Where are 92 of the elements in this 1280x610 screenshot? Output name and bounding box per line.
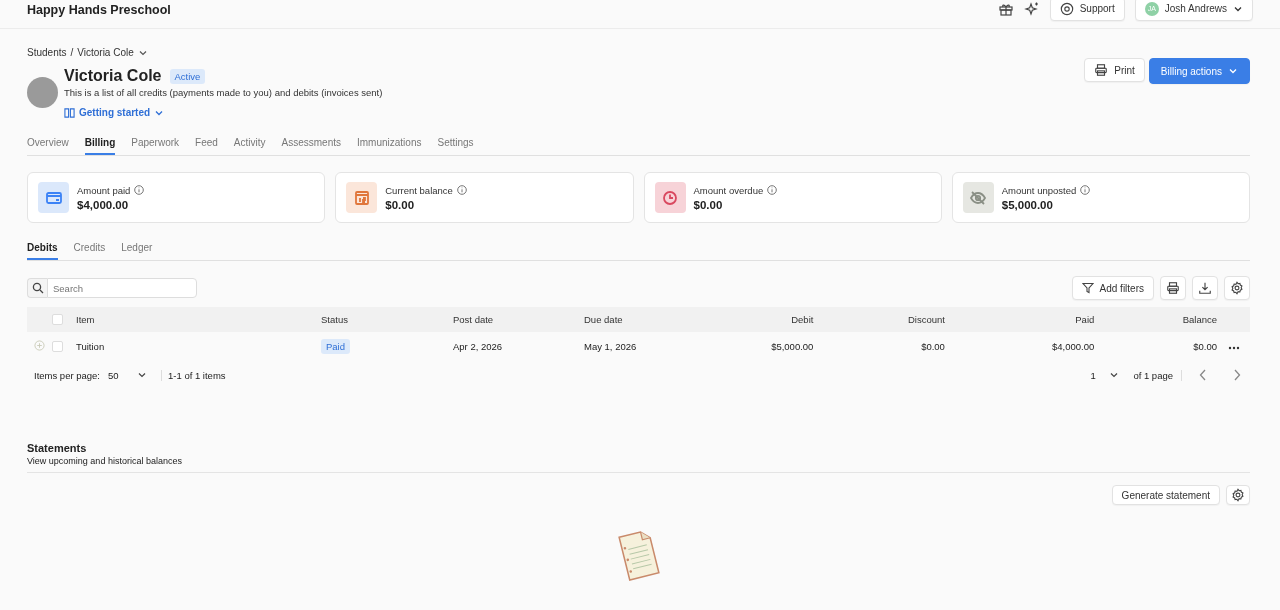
chevron-left-icon	[1199, 369, 1207, 381]
table-cell: $0.00	[1193, 340, 1217, 352]
tab[interactable]: Settings	[437, 133, 474, 155]
select-value: 50	[108, 369, 119, 381]
page-description: This is a list of all credits (payments made to you) and debits (invoices sent)	[64, 87, 384, 98]
organization-name: Happy Hands Preschool	[27, 2, 171, 17]
support-button[interactable]: Support	[1049, 0, 1125, 21]
column-header: Balance	[1182, 314, 1217, 325]
getting-started-link[interactable]: Getting started	[64, 107, 165, 118]
table-cell: $5,000.00	[771, 340, 814, 352]
link-text: Getting started	[79, 107, 151, 118]
card-value: $0.00	[385, 198, 416, 211]
row-checkbox[interactable]	[52, 341, 63, 352]
tab[interactable]: Credits	[73, 238, 106, 260]
column-header: Paid	[1075, 314, 1095, 325]
page-select[interactable]: 1	[1090, 369, 1126, 381]
chevron-down-icon	[1109, 370, 1120, 380]
tab[interactable]: Activity	[233, 133, 266, 155]
card-label: Current balance	[385, 184, 453, 196]
status-badge: Paid	[321, 338, 350, 354]
card-label: Amount overdue	[693, 184, 764, 196]
column-header: Post date	[453, 314, 494, 325]
section-title: Statements	[27, 442, 88, 454]
chevron-down-icon	[137, 370, 147, 380]
table-cell: May 1, 2026	[584, 340, 637, 352]
search-icon	[27, 278, 47, 298]
book-icon	[64, 107, 75, 118]
card-label: Amount unposted	[1001, 184, 1077, 196]
info-icon[interactable]	[134, 185, 145, 195]
breadcrumb-separator: /	[70, 47, 74, 58]
sparkle-icon[interactable]	[1023, 0, 1040, 17]
gear-icon	[1231, 488, 1245, 502]
more-options-button[interactable]	[1228, 345, 1240, 350]
billing-actions-button[interactable]: Billing actions	[1148, 58, 1250, 84]
tab[interactable]: Billing	[84, 133, 116, 155]
tab[interactable]: Debits	[27, 238, 58, 260]
table-cell: $0.00	[921, 340, 945, 352]
download-button[interactable]	[1192, 276, 1218, 300]
print-button[interactable]: Print	[1084, 58, 1145, 82]
add-filters-button[interactable]: Add filters	[1071, 276, 1154, 300]
info-icon[interactable]	[456, 185, 467, 195]
tab[interactable]: Immunizations	[357, 133, 422, 155]
breadcrumb-text: Victoria Cole	[77, 47, 134, 58]
status-badge: Active	[169, 68, 206, 84]
info-icon[interactable]	[767, 185, 778, 195]
column-header: Discount	[907, 314, 945, 325]
card-value: $4,000.00	[77, 198, 130, 211]
filter-icon	[1081, 282, 1094, 294]
tab[interactable]: Paperwork	[131, 133, 180, 155]
column-header: Status	[321, 314, 348, 325]
gear-icon	[1230, 281, 1244, 295]
card-value: $5,000.00	[1001, 198, 1054, 211]
settings-button[interactable]	[1224, 276, 1250, 300]
button-label: Add filters	[1099, 282, 1144, 294]
table-cell: Apr 2, 2026	[453, 340, 503, 352]
download-icon	[1198, 281, 1212, 295]
printer-icon	[1166, 281, 1180, 295]
settings-button[interactable]	[1226, 485, 1250, 505]
table-cell: Tuition	[76, 340, 105, 352]
breadcrumb-current[interactable]: Victoria Cole	[77, 47, 148, 58]
ellipsis-icon	[1228, 345, 1240, 350]
tab[interactable]: Feed	[195, 133, 218, 155]
button-label: Billing actions	[1160, 65, 1222, 77]
info-icon[interactable]	[1080, 185, 1091, 195]
items-range: 1-1 of 1 items	[161, 369, 226, 381]
generate-statement-button[interactable]: Generate statement	[1111, 485, 1220, 505]
table-cell: $4,000.00	[1052, 340, 1095, 352]
tab[interactable]: Overview	[27, 133, 69, 155]
page-count: of 1 page	[1133, 369, 1182, 381]
select-value: 1	[1090, 369, 1096, 381]
printer-icon	[1094, 63, 1109, 77]
print-button[interactable]	[1160, 276, 1186, 300]
items-per-page-label: Items per page:	[34, 369, 100, 381]
items-per-page-select[interactable]: 50	[108, 369, 153, 381]
button-label: Print	[1114, 64, 1135, 76]
tab[interactable]: Assessments	[281, 133, 341, 155]
student-name: Victoria Cole	[64, 67, 162, 85]
support-icon	[1059, 1, 1074, 16]
tab[interactable]: Ledger	[121, 238, 153, 260]
chevron-down-icon	[1228, 66, 1238, 76]
card-label: Amount paid	[77, 184, 131, 196]
section-subtitle: View upcoming and historical balances	[27, 456, 1250, 473]
column-header: Due date	[584, 314, 623, 325]
photo-placeholder	[27, 77, 58, 108]
chevron-right-icon	[1233, 369, 1241, 381]
column-header: Item	[76, 314, 95, 325]
card-value: $0.00	[693, 198, 724, 211]
user-name: Josh Andrews	[1164, 3, 1227, 14]
breadcrumb-link[interactable]: Students	[27, 47, 67, 58]
column-header: Debit	[791, 314, 814, 325]
select-all-checkbox[interactable]	[52, 314, 63, 326]
search-field[interactable]: Search	[47, 278, 197, 298]
